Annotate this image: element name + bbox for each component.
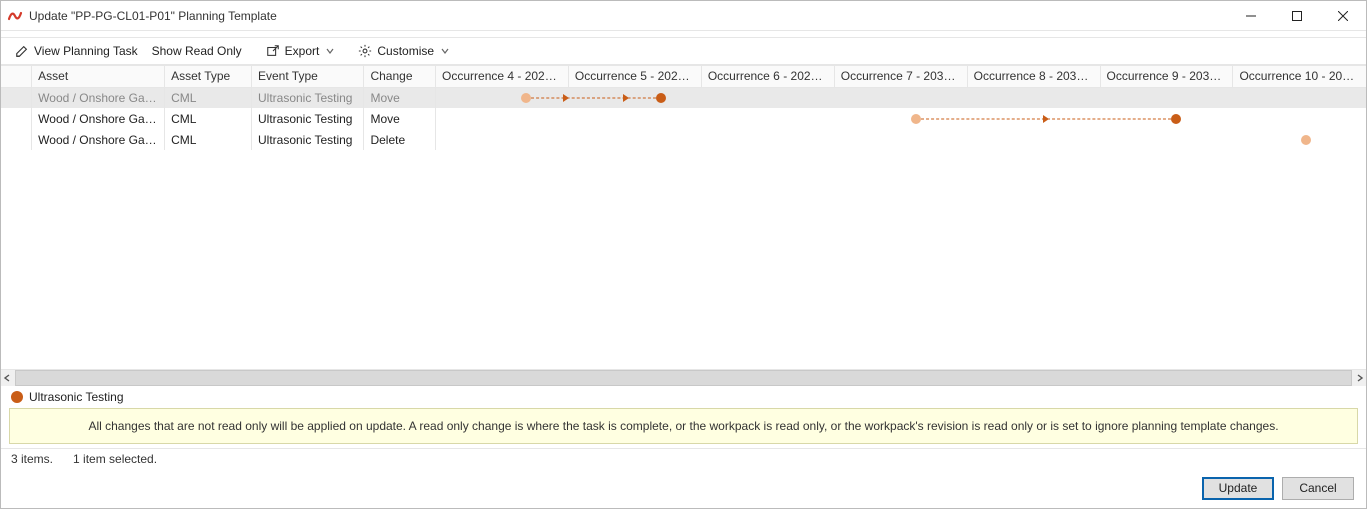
cell-event-type: Ultrasonic Testing [251, 129, 363, 150]
gantt-canvas [436, 88, 1366, 109]
cell-asset: Wood / Onshore Gas … [32, 87, 165, 108]
occurrence-marker-original [911, 114, 921, 124]
update-button[interactable]: Update [1202, 477, 1274, 500]
legend-swatch [11, 391, 23, 403]
cell-event-type: Ultrasonic Testing [251, 108, 363, 129]
col-change[interactable]: Change [364, 66, 436, 87]
col-event-type[interactable]: Event Type [251, 66, 363, 87]
cell-asset: Wood / Onshore Gas … [32, 129, 165, 150]
export-button[interactable]: Export [260, 42, 341, 60]
show-read-only-button[interactable]: Show Read Only [146, 42, 248, 60]
export-icon [266, 44, 280, 58]
view-planning-task-button[interactable]: View Planning Task [9, 42, 144, 60]
scroll-left-icon[interactable] [3, 374, 11, 382]
gantt-cell [436, 87, 1366, 108]
button-label: Update [1219, 481, 1258, 495]
toolbar-label: Customise [377, 44, 434, 58]
legend: Ultrasonic Testing [1, 386, 1366, 408]
table-row[interactable]: Wood / Onshore Gas … CML Ultrasonic Test… [1, 87, 1366, 108]
cell-asset-type: CML [165, 108, 252, 129]
scrollbar-track[interactable] [15, 370, 1352, 386]
col-occ6[interactable]: Occurrence 6 - 2029… [701, 66, 834, 87]
changes-grid: Asset Asset Type Event Type Change Occur… [1, 65, 1366, 386]
customise-button[interactable]: Customise [352, 42, 455, 60]
gantt-canvas [436, 108, 1366, 129]
gear-icon [358, 44, 372, 58]
occurrence-marker-new [656, 93, 666, 103]
arrow-icon [563, 94, 569, 102]
gantt-cell [436, 129, 1366, 150]
cell-change: Move [364, 108, 436, 129]
col-occ5[interactable]: Occurrence 5 - 2028/… [568, 66, 701, 87]
occurrence-marker-delete [1301, 135, 1311, 145]
header-row: Asset Asset Type Event Type Change Occur… [1, 66, 1366, 87]
changes-table[interactable]: Asset Asset Type Event Type Change Occur… [1, 66, 1366, 150]
toolbar: View Planning Task Show Read Only Export… [1, 37, 1366, 65]
col-occ7[interactable]: Occurrence 7 - 2030… [834, 66, 967, 87]
cell-change: Move [364, 87, 436, 108]
gantt-cell [436, 108, 1366, 129]
col-occ8[interactable]: Occurrence 8 - 2031… [967, 66, 1100, 87]
toolbar-label: View Planning Task [34, 44, 138, 58]
col-checkbox[interactable] [1, 66, 32, 87]
col-asset[interactable]: Asset [32, 66, 165, 87]
close-button[interactable] [1320, 1, 1366, 30]
chevron-down-icon [326, 47, 334, 55]
status-item-count: 3 items. [11, 452, 53, 466]
edit-icon [15, 44, 29, 58]
chevron-down-icon [441, 47, 449, 55]
cancel-button[interactable]: Cancel [1282, 477, 1354, 500]
button-label: Cancel [1299, 481, 1336, 495]
gantt-canvas [436, 129, 1366, 150]
arrow-icon [1043, 115, 1049, 123]
info-banner: All changes that are not read only will … [9, 408, 1358, 444]
horizontal-scrollbar[interactable] [1, 369, 1366, 386]
window-controls [1228, 1, 1366, 30]
cell-event-type: Ultrasonic Testing [251, 87, 363, 108]
dialog-footer: Update Cancel [1, 468, 1366, 508]
status-bar: 3 items. 1 item selected. [1, 448, 1366, 468]
toolbar-label: Show Read Only [152, 44, 242, 58]
occurrence-marker-original [521, 93, 531, 103]
col-asset-type[interactable]: Asset Type [165, 66, 252, 87]
col-occ9[interactable]: Occurrence 9 - 2032… [1100, 66, 1233, 87]
table-row[interactable]: Wood / Onshore Gas … CML Ultrasonic Test… [1, 108, 1366, 129]
arrow-icon [623, 94, 629, 102]
table-row[interactable]: Wood / Onshore Gas … CML Ultrasonic Test… [1, 129, 1366, 150]
scroll-right-icon[interactable] [1356, 374, 1364, 382]
titlebar: Update "PP-PG-CL01-P01" Planning Templat… [1, 1, 1366, 31]
col-occ10[interactable]: Occurrence 10 - 2033/… [1233, 66, 1366, 87]
occurrence-marker-new [1171, 114, 1181, 124]
minimize-button[interactable] [1228, 1, 1274, 30]
window-title: Update "PP-PG-CL01-P01" Planning Templat… [29, 9, 277, 23]
occurrence-move-line [531, 97, 656, 98]
app-window: Update "PP-PG-CL01-P01" Planning Templat… [0, 0, 1367, 509]
toolbar-label: Export [285, 44, 320, 58]
app-icon [7, 8, 23, 24]
legend-label: Ultrasonic Testing [29, 390, 124, 404]
col-occ4[interactable]: Occurrence 4 - 2027/… [436, 66, 569, 87]
cell-asset-type: CML [165, 129, 252, 150]
cell-change: Delete [364, 129, 436, 150]
cell-asset-type: CML [165, 87, 252, 108]
maximize-button[interactable] [1274, 1, 1320, 30]
info-banner-text: All changes that are not read only will … [88, 419, 1278, 433]
status-selected-count: 1 item selected. [73, 452, 157, 466]
cell-asset: Wood / Onshore Gas … [32, 108, 165, 129]
